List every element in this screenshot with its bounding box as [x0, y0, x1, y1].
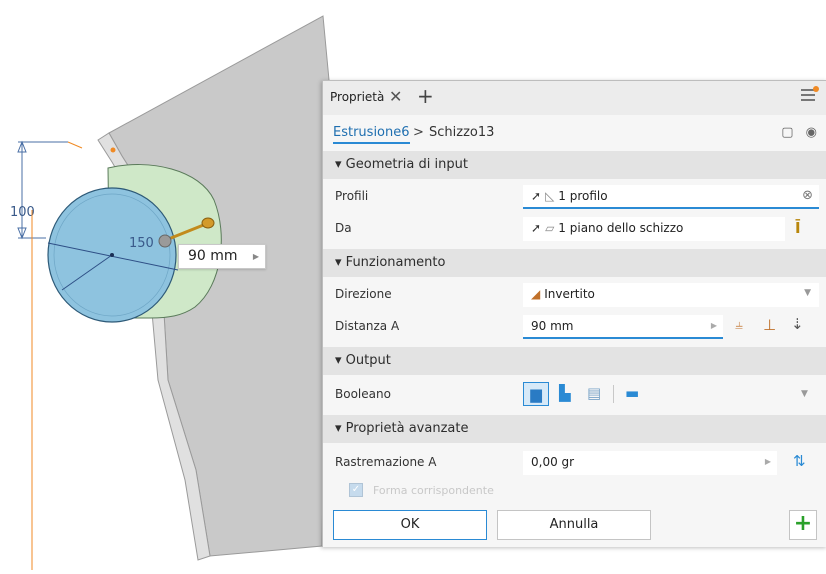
match-shape-label: Forma corrispondente — [373, 484, 494, 497]
expand-arrow-icon[interactable]: ▶ — [765, 457, 771, 466]
add-tab-icon[interactable]: + — [417, 84, 434, 108]
section-behavior[interactable]: ▾ Funzionamento — [323, 249, 826, 277]
close-tab-icon[interactable]: ✕ — [389, 87, 402, 106]
profiles-value: 1 profilo — [558, 189, 608, 203]
distance-input-overlay[interactable]: 90 mm ▶ — [178, 244, 266, 269]
from-value: 1 piano dello schizzo — [558, 221, 684, 235]
section-input-geometry-label: ▾ Geometria di input — [335, 157, 468, 172]
distance-a-label: Distanza A — [335, 319, 400, 333]
flip-taper-icon[interactable]: ⇅ — [793, 452, 806, 470]
row-direction: Direzione ◢ Invertito ▼ — [323, 279, 826, 311]
taper-a-value: 0,00 gr — [531, 455, 575, 469]
direction-label: Direzione — [335, 287, 392, 301]
section-advanced[interactable]: ▾ Proprietà avanzate — [323, 415, 826, 443]
direction-value: Invertito — [544, 287, 595, 301]
profiles-selector[interactable]: ➚ ◺ 1 profilo ⊗ — [523, 185, 819, 209]
panel-menu-icon[interactable] — [801, 86, 819, 103]
extrude-arrow-head — [201, 217, 215, 229]
boolean-label: Booleano — [335, 387, 391, 401]
expand-arrow-icon[interactable]: ▶ — [253, 245, 259, 268]
new-solid-icon[interactable]: ▬ — [625, 384, 639, 402]
properties-panel: Proprietà ✕ + Estrusione6 > Schizzo13 ▢ … — [322, 80, 826, 547]
distance-a-value: 90 mm — [531, 319, 574, 333]
flip-direction-icon: ◢ — [531, 287, 541, 301]
select-cursor-icon: ➚ — [531, 189, 542, 203]
dim-diameter-label[interactable]: 150 — [129, 236, 154, 251]
to-next-icon[interactable]: ⊥ — [763, 316, 776, 334]
ok-button[interactable]: OK — [333, 510, 487, 540]
profile-icon: ◺ — [545, 189, 555, 203]
join-icon[interactable]: ▆ — [523, 382, 549, 406]
row-match-shape: ✓ Forma corrispondente — [323, 477, 826, 509]
breadcrumb-sketch[interactable]: Schizzo13 — [429, 125, 494, 140]
plus-icon: + — [793, 511, 813, 536]
plane-icon: ▱ — [545, 221, 555, 235]
symmetric-icon[interactable]: ⫨ — [735, 317, 743, 333]
clear-selection-icon[interactable]: ⊗ — [802, 188, 813, 203]
row-taper-a: Rastremazione A 0,00 gr ▶ ⇅ — [323, 447, 826, 479]
from-selector[interactable]: ➚ ▱ 1 piano dello schizzo — [523, 217, 785, 241]
tab-properties[interactable]: Proprietà — [330, 90, 384, 104]
intersect-icon[interactable]: ▤ — [587, 384, 601, 402]
from-label: Da — [335, 221, 352, 235]
match-shape-checkbox[interactable]: ✓ — [349, 483, 363, 497]
row-distance-a: Distanza A 90 mm ▶ ⫨ ⊥ ⇣ — [323, 311, 826, 343]
dim-ext-top-orange — [67, 141, 83, 149]
taper-a-input[interactable]: 0,00 gr ▶ — [523, 451, 777, 475]
breadcrumb: Estrusione6 > Schizzo13 ▢ ◉ — [323, 115, 826, 151]
breadcrumb-icons: ▢ ◉ — [781, 125, 817, 140]
breadcrumb-separator: > — [413, 125, 424, 140]
row-boolean: Booleano ▆ ▙ ▤ ▬ ▼ — [323, 379, 826, 411]
apply-add-button[interactable]: + — [789, 510, 817, 540]
profiles-label: Profili — [335, 189, 369, 203]
chevron-down-icon[interactable]: ▼ — [801, 389, 808, 399]
distance-a-input[interactable]: 90 mm ▶ — [523, 315, 723, 339]
pin-icon[interactable]: ▢ — [781, 125, 793, 140]
row-from: Da ➚ ▱ 1 piano dello schizzo Ī — [323, 213, 826, 245]
plate-corner-point — [110, 147, 116, 153]
breadcrumb-feature[interactable]: Estrusione6 — [333, 125, 410, 144]
section-advanced-label: ▾ Proprietà avanzate — [335, 421, 469, 436]
dim-vertical-label[interactable]: 100 — [10, 205, 35, 220]
visibility-eye-icon[interactable]: ◉ — [806, 125, 817, 140]
taper-a-label: Rastremazione A — [335, 455, 437, 469]
section-output-label: ▾ Output — [335, 353, 391, 368]
select-cursor-icon: ➚ — [531, 221, 542, 235]
section-input-geometry[interactable]: ▾ Geometria di input — [323, 151, 826, 179]
direction-dropdown[interactable]: ◢ Invertito ▼ — [523, 283, 819, 307]
row-profiles: Profili ➚ ◺ 1 profilo ⊗ — [323, 181, 826, 213]
center-point — [110, 253, 114, 257]
divider — [613, 385, 614, 403]
section-behavior-label: ▾ Funzionamento — [335, 255, 446, 270]
expand-arrow-icon[interactable]: ▶ — [711, 321, 717, 330]
extrude-handle — [158, 234, 172, 248]
section-output[interactable]: ▾ Output — [323, 347, 826, 375]
distance-input-value: 90 mm — [188, 248, 238, 264]
through-all-icon[interactable]: ⇣ — [791, 315, 804, 333]
chevron-down-icon: ▼ — [804, 288, 811, 298]
cancel-button[interactable]: Annulla — [497, 510, 651, 540]
panel-tab-bar: Proprietà ✕ + — [323, 81, 826, 115]
cut-icon[interactable]: ▙ — [559, 384, 571, 402]
from-options-icon[interactable]: Ī — [795, 219, 801, 237]
